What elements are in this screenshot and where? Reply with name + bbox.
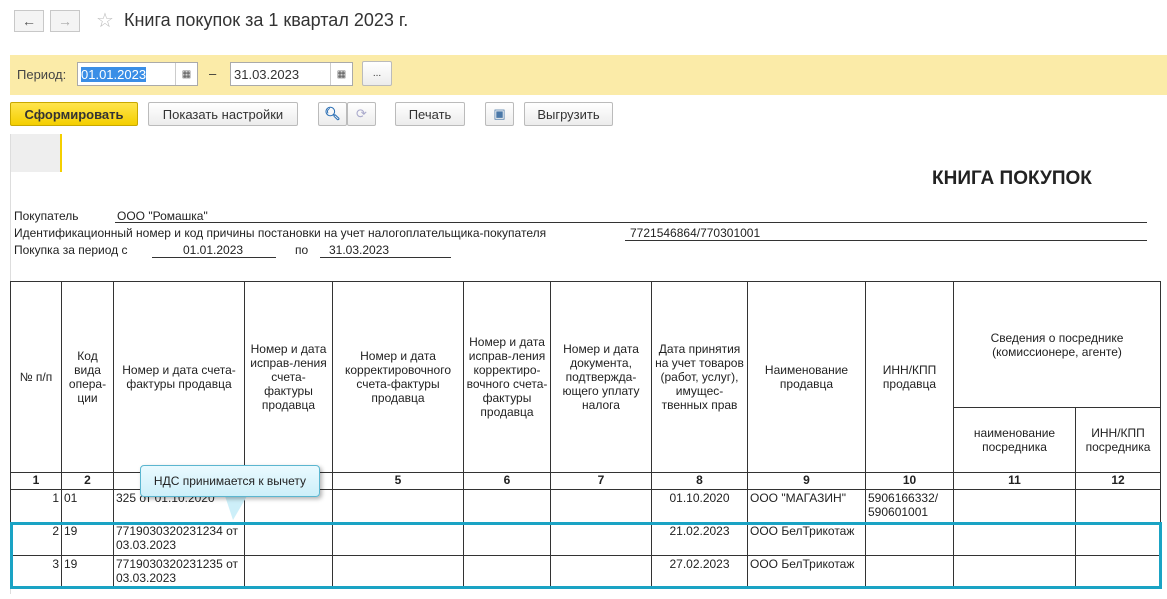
- column-number: 9: [747, 472, 866, 490]
- arrow-right-icon: →: [58, 13, 72, 29]
- report-heading: КНИГА ПОКУПОК: [932, 168, 1092, 189]
- column-number: 8: [651, 472, 748, 490]
- header-cell: Код вида опера-ции: [61, 281, 114, 473]
- period-select-button[interactable]: ...: [362, 61, 392, 86]
- period-from-value: 01.01.2023: [81, 66, 147, 82]
- header-cell: Наименование продавца: [747, 281, 866, 473]
- seller-name: ООО "МАГАЗИН": [747, 489, 866, 523]
- column-number: 12: [1075, 472, 1161, 490]
- search-refresh-icon: ⟳: [356, 106, 367, 121]
- column-number: 11: [953, 472, 1076, 490]
- header-cell: Сведения о посреднике (комиссионере, аге…: [953, 281, 1161, 408]
- period-text-label: Покупка за период с: [14, 243, 128, 257]
- header-cell: наименование посредника: [953, 407, 1076, 473]
- period-text-from: 01.01.2023: [183, 243, 244, 257]
- invoice-number[interactable]: 7719030320231235 от 03.03.2023: [113, 555, 245, 589]
- seller-inn: [865, 522, 954, 556]
- header-cell: Номер и дата исправ-ления счета-фактуры …: [244, 281, 333, 473]
- accept-date: 27.02.2023: [651, 555, 748, 589]
- inn-label: Идентификационный номер и код причины по…: [14, 226, 547, 240]
- row-number: 1: [10, 489, 62, 523]
- seller-inn: 5906166332/ 590601001: [865, 489, 954, 523]
- back-button[interactable]: ←: [14, 10, 44, 32]
- period-to-value: 31.03.2023: [234, 66, 300, 82]
- header-cell: Дата принятия на учет товаров (работ, ус…: [651, 281, 748, 473]
- tooltip-tail: [225, 496, 247, 520]
- header-cell: Номер и дата исправ-ления корректиро-воч…: [463, 281, 551, 473]
- arrow-left-icon: ←: [22, 13, 36, 29]
- operation-code: 01: [61, 489, 114, 523]
- forward-button[interactable]: →: [50, 10, 80, 32]
- seller-name: ООО БелТрикотаж: [747, 555, 866, 589]
- purchase-book-table: № п/п Код вида опера-ции Номер и дата сч…: [10, 281, 1161, 589]
- favorite-star-icon[interactable]: ☆: [96, 8, 114, 33]
- column-number: 1: [10, 472, 62, 490]
- print-button[interactable]: Печать: [395, 102, 465, 126]
- generate-button[interactable]: Сформировать: [10, 102, 138, 126]
- header-cell: ИНН/КПП посредника: [1075, 407, 1161, 473]
- period-text-to: 31.03.2023: [329, 243, 390, 257]
- buyer-value: ООО "Ромашка": [117, 209, 208, 223]
- buyer-label: Покупатель: [14, 209, 79, 223]
- period-from-field[interactable]: 01.01.2023 ▦: [77, 62, 198, 86]
- accept-date: 01.10.2020: [651, 489, 748, 523]
- header-cell: Номер и дата документа, подтвержда-ющего…: [550, 281, 652, 473]
- period-label: Период:: [17, 67, 67, 82]
- column-number: 7: [550, 472, 652, 490]
- period-text-to-label: по: [295, 243, 309, 257]
- floppy-disk-icon: ▣: [493, 106, 506, 121]
- export-button[interactable]: Выгрузить: [524, 102, 613, 126]
- operation-code: 19: [61, 555, 114, 589]
- calendar-icon[interactable]: ▦: [175, 63, 197, 85]
- period-to-field[interactable]: 31.03.2023 ▦: [230, 62, 353, 86]
- tooltip: НДС принимается к вычету: [140, 465, 320, 497]
- column-number: 6: [463, 472, 551, 490]
- search-next-button[interactable]: ⟳: [347, 102, 376, 126]
- show-settings-button[interactable]: Показать настройки: [148, 102, 298, 126]
- header-cell: № п/п: [10, 281, 62, 473]
- invoice-number[interactable]: 7719030320231234 от 03.03.2023: [113, 522, 245, 556]
- accept-date: 21.02.2023: [651, 522, 748, 556]
- seller-inn: [865, 555, 954, 589]
- header-cell: Номер и дата корректировочного счета-фак…: [332, 281, 464, 473]
- column-number: 10: [865, 472, 954, 490]
- row-number: 2: [10, 522, 62, 556]
- column-number: 2: [61, 472, 114, 490]
- search-button[interactable]: 🔍︎: [318, 102, 347, 126]
- calendar-icon[interactable]: ▦: [330, 63, 352, 85]
- search-icon: 🔍︎: [324, 106, 341, 121]
- header-cell: Номер и дата счета-фактуры продавца: [113, 281, 245, 473]
- seller-name: ООО БелТрикотаж: [747, 522, 866, 556]
- table-row[interactable]: 2 19 7719030320231234 от 03.03.2023 21.0…: [10, 522, 1161, 556]
- buyer-inn-value: 7721546864/770301001: [630, 226, 761, 240]
- header-cell: ИНН/КПП продавца: [865, 281, 954, 473]
- period-dash: –: [209, 66, 217, 81]
- window-title: Книга покупок за 1 квартал 2023 г.: [124, 10, 409, 30]
- report-corner-cell: [10, 134, 62, 172]
- table-row[interactable]: 3 19 7719030320231235 от 03.03.2023 27.0…: [10, 555, 1161, 589]
- save-button[interactable]: ▣: [485, 102, 514, 126]
- column-number: 5: [332, 472, 464, 490]
- operation-code: 19: [61, 522, 114, 556]
- row-number: 3: [10, 555, 62, 589]
